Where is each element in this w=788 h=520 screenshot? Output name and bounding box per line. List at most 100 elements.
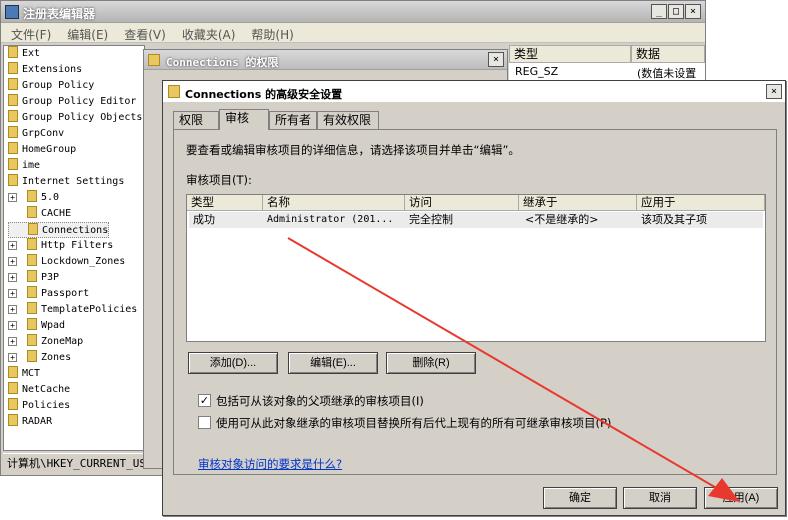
tree-item[interactable]: + Lockdown_Zones — [8, 254, 125, 270]
column-inherited-from-header[interactable]: 继承于 — [519, 195, 637, 211]
tree-item[interactable]: ime — [8, 158, 40, 174]
ok-button[interactable]: 确定 — [543, 487, 617, 509]
tree-item-label: Group Policy — [22, 80, 95, 91]
tree-item[interactable]: MCT — [8, 366, 40, 382]
add-button[interactable]: 添加(D)... — [188, 352, 278, 374]
tree-item-label: NetCache — [22, 384, 71, 395]
table-row[interactable]: 成功 Administrator (201... 完全控制 <不是继承的> 该项… — [189, 212, 763, 228]
tab-owner[interactable]: 所有者 — [269, 111, 317, 129]
tree-item[interactable]: CACHE — [8, 206, 71, 222]
tree-item[interactable]: +5.0 — [8, 190, 59, 206]
tree-item[interactable]: Group Policy Objects — [8, 110, 142, 126]
tree-item[interactable]: + Wpad — [8, 318, 65, 334]
tree-item-label: Policies — [22, 400, 71, 411]
column-type-header[interactable]: 类型 — [187, 195, 263, 211]
folder-icon — [8, 414, 18, 426]
tree-item[interactable]: Policies — [8, 398, 70, 414]
registry-editor-titlebar[interactable]: 注册表编辑器 _ □ × — [1, 1, 705, 23]
remove-button[interactable]: 删除(R) — [386, 352, 476, 374]
tree-item[interactable]: + Zones — [8, 350, 71, 366]
menu-view[interactable]: 查看(V) — [114, 23, 172, 43]
value-type: REG_SZ — [515, 65, 559, 78]
expand-icon[interactable]: + — [8, 241, 17, 250]
folder-icon — [28, 223, 38, 235]
folder-icon — [27, 350, 37, 362]
menu-file[interactable]: 文件(F) — [1, 23, 57, 43]
column-applies-to-header[interactable]: 应用于 — [637, 195, 765, 211]
tree-item[interactable]: Group Policy Editor — [8, 94, 136, 110]
tree-item[interactable]: Ext — [8, 46, 40, 62]
tree-item[interactable]: + Http Filters — [8, 238, 113, 254]
folder-icon — [8, 126, 18, 138]
tab-effective-permissions[interactable]: 有效权限 — [317, 111, 379, 129]
tree-item[interactable]: Group Policy — [8, 78, 94, 94]
folder-icon — [27, 254, 37, 266]
tree-item-label: Ext — [22, 48, 41, 59]
folder-icon — [168, 85, 180, 98]
menu-edit[interactable]: 编辑(E) — [57, 23, 114, 43]
tree-item[interactable]: + P3P — [8, 270, 59, 286]
column-data-header[interactable]: 数据 — [631, 45, 705, 63]
menu-favorites[interactable]: 收藏夹(A) — [172, 23, 242, 43]
tree-item[interactable]: + TemplatePolicies — [8, 302, 137, 318]
expand-icon[interactable]: + — [8, 305, 17, 314]
audit-requirements-link[interactable]: 审核对象访问的要求是什么? — [198, 456, 342, 472]
regedit-app-icon — [5, 5, 19, 19]
replace-child-audit-label: 使用可从此对象继承的审核项目替换所有后代上现有的所有可继承审核项目(P) — [216, 416, 612, 430]
permissions-titlebar[interactable]: Connections 的权限 × — [144, 50, 507, 70]
permissions-title: Connections 的权限 — [166, 56, 279, 69]
folder-icon — [8, 158, 18, 170]
tab-permissions[interactable]: 权限 — [173, 111, 219, 129]
tree-item[interactable]: Extensions — [8, 62, 82, 78]
folder-icon — [27, 286, 37, 298]
tree-item[interactable]: + ZoneMap — [8, 334, 83, 350]
tree-item-label: Internet Settings — [22, 176, 125, 187]
permissions-close-button[interactable]: × — [488, 52, 504, 67]
tree-item[interactable]: HomeGroup — [8, 142, 76, 158]
close-button[interactable]: × — [685, 4, 701, 19]
tree-item[interactable]: + Passport — [8, 286, 89, 302]
expand-icon[interactable]: + — [8, 353, 17, 362]
apply-button[interactable]: 应用(A) — [704, 487, 778, 509]
menu-help[interactable]: 帮助(H) — [241, 23, 299, 43]
audit-entries-list[interactable]: 类型 名称 访问 继承于 应用于 成功 Administrator (201..… — [186, 194, 766, 342]
tree-item-label: Connections — [42, 225, 109, 236]
expand-icon[interactable]: + — [8, 321, 17, 330]
tab-auditing[interactable]: 审核 — [219, 109, 269, 130]
column-name-header[interactable]: 名称 — [263, 195, 405, 211]
tree-item-label: CACHE — [41, 208, 72, 219]
entry-name: Administrator (201... — [267, 214, 394, 225]
audit-entries-label: 审核项目(T): — [186, 173, 252, 187]
advanced-close-button[interactable]: × — [766, 84, 782, 99]
replace-child-audit-checkbox[interactable] — [198, 416, 211, 429]
entry-type: 成功 — [193, 213, 215, 226]
tree-item-label: TemplatePolicies — [41, 304, 138, 315]
folder-icon — [27, 334, 37, 346]
tree-item[interactable]: GrpConv — [8, 126, 64, 142]
tree-item[interactable]: Internet Settings — [8, 174, 124, 190]
tree-item-label: 5.0 — [41, 192, 60, 203]
cancel-button[interactable]: 取消 — [623, 487, 697, 509]
registry-key-tree[interactable]: Ext Extensions Group Policy Group Policy Ed… — [3, 45, 145, 451]
folder-icon — [8, 46, 18, 58]
expand-icon[interactable]: + — [8, 193, 17, 202]
expand-icon[interactable]: + — [8, 273, 17, 282]
tree-item[interactable]: RADAR — [8, 414, 52, 430]
maximize-button[interactable]: □ — [668, 4, 684, 19]
folder-icon — [8, 382, 18, 394]
column-access-header[interactable]: 访问 — [405, 195, 519, 211]
values-pane[interactable]: 类型 数据 REG_SZ (数值未设置 — [509, 45, 705, 85]
edit-button[interactable]: 编辑(E)... — [288, 352, 378, 374]
column-type-header[interactable]: 类型 — [509, 45, 631, 63]
tree-item[interactable]: NetCache — [8, 382, 70, 398]
advanced-security-titlebar[interactable]: Connections 的高级安全设置 × — [163, 81, 785, 103]
tree-item-label: HomeGroup — [22, 144, 77, 155]
folder-icon — [27, 302, 37, 314]
minimize-button[interactable]: _ — [651, 4, 667, 19]
registry-editor-title: 注册表编辑器 — [23, 7, 96, 21]
include-inheritable-checkbox[interactable]: ✓ — [198, 394, 211, 407]
tree-item[interactable]: Connections — [8, 222, 110, 238]
expand-icon[interactable]: + — [8, 289, 17, 298]
expand-icon[interactable]: + — [8, 257, 17, 266]
expand-icon[interactable]: + — [8, 337, 17, 346]
